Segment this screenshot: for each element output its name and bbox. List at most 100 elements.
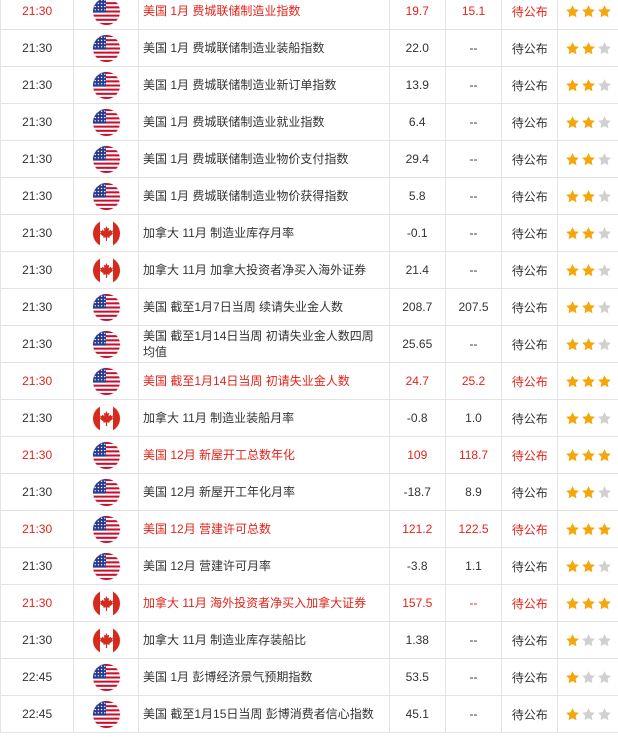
table-row[interactable]: 21:30 美国 12月 新屋开工年化月率 -18.7 8.9 待公布 bbox=[0, 473, 618, 511]
star-filled-icon bbox=[581, 115, 596, 130]
country-flag-cell bbox=[73, 362, 140, 400]
event-name[interactable]: 美国 截至1月14日当周 初请失业金人数 bbox=[138, 362, 390, 400]
country-flag-cell bbox=[73, 473, 140, 511]
event-name[interactable]: 美国 1月 费城联储制造业物价支付指数 bbox=[138, 140, 390, 178]
table-row[interactable]: 21:30 美国 1月 费城联储制造业物价支付指数 29.4 -- 待公布 bbox=[0, 140, 618, 178]
forecast-value: -- bbox=[444, 251, 503, 289]
country-flag-cell bbox=[73, 251, 140, 289]
table-row[interactable]: 21:30 美国 1月 费城联储制造业就业指数 6.4 -- 待公布 bbox=[0, 103, 618, 141]
table-row[interactable]: 21:30 加拿大 11月 制造业库存装船比 1.38 -- 待公布 bbox=[0, 621, 618, 659]
table-row[interactable]: 21:30 美国 截至1月7日当周 续请失业金人数 208.7 207.5 待公布 bbox=[0, 288, 618, 326]
time-cell: 22:45 bbox=[0, 695, 75, 733]
importance-stars bbox=[557, 436, 618, 474]
event-name[interactable]: 美国 1月 费城联储制造业就业指数 bbox=[138, 103, 390, 141]
star-filled-icon bbox=[565, 374, 580, 389]
table-row[interactable]: 21:30 美国 截至1月14日当周 初请失业金人数 24.7 25.2 待公布 bbox=[0, 362, 618, 400]
event-name[interactable]: 美国 1月 费城联储制造业装船指数 bbox=[138, 29, 390, 67]
event-name[interactable]: 加拿大 11月 海外投资者净买入加拿大证券 bbox=[138, 584, 390, 622]
importance-stars bbox=[557, 29, 618, 67]
table-row[interactable]: 21:30 美国 1月 费城联储制造业指数 19.7 15.1 待公布 bbox=[0, 0, 618, 30]
event-name[interactable]: 美国 1月 费城联储制造业指数 bbox=[138, 0, 390, 30]
star-filled-icon bbox=[597, 596, 612, 611]
star-filled-icon bbox=[597, 522, 612, 537]
importance-stars bbox=[557, 658, 618, 696]
star-empty-icon bbox=[597, 559, 612, 574]
event-name[interactable]: 美国 12月 营建许可总数 bbox=[138, 510, 390, 548]
time-cell: 21:30 bbox=[0, 251, 75, 289]
actual-value: 待公布 bbox=[501, 436, 559, 474]
importance-stars bbox=[557, 695, 618, 733]
star-empty-icon bbox=[597, 707, 612, 722]
star-filled-icon bbox=[565, 337, 580, 352]
forecast-value: 1.0 bbox=[444, 399, 503, 437]
us-flag-icon bbox=[92, 71, 120, 99]
star-empty-icon bbox=[597, 226, 612, 241]
event-name[interactable]: 加拿大 11月 制造业装船月率 bbox=[138, 399, 390, 437]
star-empty-icon bbox=[581, 707, 596, 722]
event-name[interactable]: 美国 12月 营建许可月率 bbox=[138, 547, 390, 585]
actual-value: 待公布 bbox=[501, 621, 559, 659]
table-row[interactable]: 21:30 美国 12月 营建许可月率 -3.8 1.1 待公布 bbox=[0, 547, 618, 585]
time-cell: 21:30 bbox=[0, 66, 75, 104]
previous-value: 1.38 bbox=[388, 621, 446, 659]
star-filled-icon bbox=[581, 4, 596, 19]
event-name[interactable]: 加拿大 11月 制造业库存装船比 bbox=[138, 621, 390, 659]
time-cell: 21:30 bbox=[0, 547, 75, 585]
event-name[interactable]: 美国 12月 新屋开工年化月率 bbox=[138, 473, 390, 511]
actual-value: 待公布 bbox=[501, 288, 559, 326]
importance-stars bbox=[557, 510, 618, 548]
time-cell: 21:30 bbox=[0, 584, 75, 622]
star-empty-icon bbox=[597, 41, 612, 56]
table-row[interactable]: 22:45 美国 截至1月15日当周 彭博消费者信心指数 45.1 -- 待公布 bbox=[0, 695, 618, 733]
forecast-value: -- bbox=[444, 103, 503, 141]
event-name[interactable]: 美国 截至1月7日当周 续请失业金人数 bbox=[138, 288, 390, 326]
event-name[interactable]: 美国 1月 彭博经济景气预期指数 bbox=[138, 658, 390, 696]
star-filled-icon bbox=[565, 670, 580, 685]
forecast-value: 207.5 bbox=[444, 288, 503, 326]
event-name[interactable]: 美国 1月 费城联储制造业新订单指数 bbox=[138, 66, 390, 104]
us-flag-icon bbox=[92, 441, 120, 469]
event-name[interactable]: 加拿大 11月 制造业库存月率 bbox=[138, 214, 390, 252]
event-name[interactable]: 美国 截至1月15日当周 彭博消费者信心指数 bbox=[138, 695, 390, 733]
actual-value: 待公布 bbox=[501, 510, 559, 548]
previous-value: 19.7 bbox=[388, 0, 446, 30]
star-filled-icon bbox=[597, 374, 612, 389]
importance-stars bbox=[557, 621, 618, 659]
us-flag-icon bbox=[92, 0, 120, 25]
table-row[interactable]: 21:30 加拿大 11月 制造业装船月率 -0.8 1.0 待公布 bbox=[0, 399, 618, 437]
table-row[interactable]: 21:30 美国 1月 费城联储制造业装船指数 22.0 -- 待公布 bbox=[0, 29, 618, 67]
actual-value: 待公布 bbox=[501, 362, 559, 400]
table-row[interactable]: 21:30 美国 1月 费城联储制造业新订单指数 13.9 -- 待公布 bbox=[0, 66, 618, 104]
table-row[interactable]: 21:30 加拿大 11月 海外投资者净买入加拿大证券 157.5 -- 待公布 bbox=[0, 584, 618, 622]
star-filled-icon bbox=[565, 633, 580, 648]
star-filled-icon bbox=[565, 226, 580, 241]
event-name[interactable]: 美国 12月 新屋开工总数年化 bbox=[138, 436, 390, 474]
actual-value: 待公布 bbox=[501, 177, 559, 215]
calendar-body: 21:30 美国 1月 费城联储制造业指数 19.7 15.1 待公布 21:30 美国 1… bbox=[0, 0, 618, 733]
importance-stars bbox=[557, 214, 618, 252]
event-name[interactable]: 美国 1月 费城联储制造业物价获得指数 bbox=[138, 177, 390, 215]
importance-stars bbox=[557, 584, 618, 622]
actual-value: 待公布 bbox=[501, 325, 559, 363]
us-flag-icon bbox=[92, 700, 120, 728]
table-row[interactable]: 21:30 加拿大 11月 制造业库存月率 -0.1 -- 待公布 bbox=[0, 214, 618, 252]
actual-value: 待公布 bbox=[501, 658, 559, 696]
time-cell: 21:30 bbox=[0, 510, 75, 548]
table-row[interactable]: 21:30 美国 1月 费城联储制造业物价获得指数 5.8 -- 待公布 bbox=[0, 177, 618, 215]
table-row[interactable]: 22:45 美国 1月 彭博经济景气预期指数 53.5 -- 待公布 bbox=[0, 658, 618, 696]
table-row[interactable]: 21:30 美国 截至1月14日当周 初请失业金人数四周均值 25.65 -- 待公布 bbox=[0, 325, 618, 363]
actual-value: 待公布 bbox=[501, 399, 559, 437]
table-row[interactable]: 21:30 美国 12月 新屋开工总数年化 109 118.7 待公布 bbox=[0, 436, 618, 474]
star-filled-icon bbox=[565, 263, 580, 278]
event-name[interactable]: 加拿大 11月 加拿大投资者净买入海外证券 bbox=[138, 251, 390, 289]
time-cell: 21:30 bbox=[0, 177, 75, 215]
actual-value: 待公布 bbox=[501, 0, 559, 30]
event-name[interactable]: 美国 截至1月14日当周 初请失业金人数四周均值 bbox=[138, 325, 390, 363]
star-filled-icon bbox=[581, 411, 596, 426]
previous-value: 5.8 bbox=[388, 177, 446, 215]
star-filled-icon bbox=[565, 189, 580, 204]
time-cell: 21:30 bbox=[0, 436, 75, 474]
table-row[interactable]: 21:30 加拿大 11月 加拿大投资者净买入海外证券 21.4 -- 待公布 bbox=[0, 251, 618, 289]
actual-value: 待公布 bbox=[501, 547, 559, 585]
table-row[interactable]: 21:30 美国 12月 营建许可总数 121.2 122.5 待公布 bbox=[0, 510, 618, 548]
